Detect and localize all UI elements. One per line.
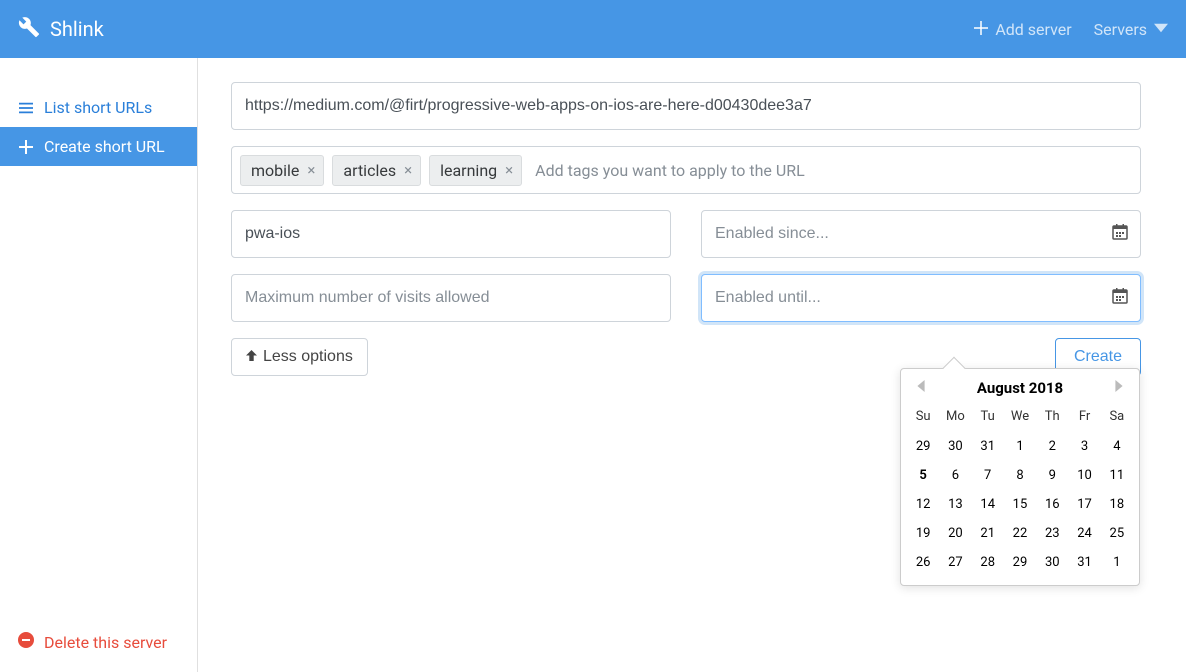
tag: mobile × (240, 155, 324, 186)
add-server-button[interactable]: Add server (974, 20, 1071, 39)
sidebar-delete-label: Delete this server (44, 633, 167, 652)
datepicker-grid: SuMoTuWeThFrSa 2930311234567891011121314… (907, 403, 1133, 577)
enabled-until-input[interactable] (701, 274, 1141, 322)
tag-label: learning (440, 161, 497, 180)
datepicker-dow: Fr (1068, 403, 1100, 432)
minus-circle-icon (18, 632, 34, 652)
datepicker-day[interactable]: 25 (1101, 519, 1133, 548)
tags-input[interactable]: mobile × articles × learning × Add tags you wa… (231, 146, 1141, 194)
less-options-label: Less options (263, 348, 353, 366)
datepicker-day[interactable]: 21 (972, 519, 1004, 548)
datepicker-day[interactable]: 1 (1004, 432, 1036, 461)
tag-label: mobile (251, 161, 299, 180)
datepicker-day[interactable]: 11 (1101, 461, 1133, 490)
topbar: Shlink Add server Servers (0, 0, 1186, 58)
sidebar-item-list-urls[interactable]: List short URLs (0, 88, 197, 127)
datepicker-day[interactable]: 13 (939, 490, 971, 519)
list-icon (18, 101, 34, 115)
add-server-label: Add server (995, 20, 1071, 39)
tags-placeholder: Add tags you want to apply to the URL (530, 161, 805, 180)
datepicker-day[interactable]: 20 (939, 519, 971, 548)
datepicker-dow: Mo (939, 403, 971, 432)
datepicker-prev[interactable] (911, 380, 931, 396)
datepicker-day[interactable]: 7 (972, 461, 1004, 490)
shlink-logo-icon (18, 16, 40, 42)
datepicker-day[interactable]: 10 (1068, 461, 1100, 490)
plus-icon (18, 140, 34, 154)
datepicker: August 2018 SuMoTuWeThFrSa 2930311234567… (900, 368, 1140, 586)
sidebar: List short URLs Create short URL Delete … (0, 58, 198, 672)
datepicker-day[interactable]: 30 (1036, 548, 1068, 577)
datepicker-day[interactable]: 9 (1036, 461, 1068, 490)
datepicker-day[interactable]: 28 (972, 548, 1004, 577)
datepicker-day[interactable]: 19 (907, 519, 939, 548)
datepicker-day[interactable]: 18 (1101, 490, 1133, 519)
datepicker-dow: Tu (972, 403, 1004, 432)
datepicker-day[interactable]: 5 (907, 461, 939, 490)
datepicker-day[interactable]: 27 (939, 548, 971, 577)
datepicker-day[interactable]: 16 (1036, 490, 1068, 519)
datepicker-day[interactable]: 3 (1068, 432, 1100, 461)
datepicker-day[interactable]: 24 (1068, 519, 1100, 548)
datepicker-dow: Sa (1101, 403, 1133, 432)
datepicker-day[interactable]: 6 (939, 461, 971, 490)
datepicker-day[interactable]: 23 (1036, 519, 1068, 548)
tag-remove-icon[interactable]: × (307, 163, 315, 178)
max-visits-input[interactable] (231, 274, 671, 322)
datepicker-next[interactable] (1109, 380, 1129, 396)
datepicker-day[interactable]: 8 (1004, 461, 1036, 490)
datepicker-day[interactable]: 12 (907, 490, 939, 519)
servers-label: Servers (1094, 20, 1147, 39)
main-content: mobile × articles × learning × Add tags you wa… (198, 58, 1186, 672)
datepicker-day[interactable]: 29 (907, 432, 939, 461)
tag-remove-icon[interactable]: × (404, 163, 412, 178)
long-url-input[interactable] (231, 82, 1141, 130)
sidebar-list-label: List short URLs (44, 98, 152, 117)
tag: learning × (429, 155, 522, 186)
sidebar-create-label: Create short URL (44, 137, 165, 156)
less-options-button[interactable]: Less options (231, 338, 368, 376)
datepicker-dow: We (1004, 403, 1036, 432)
sidebar-item-create-url[interactable]: Create short URL (0, 127, 197, 166)
datepicker-day[interactable]: 1 (1101, 548, 1133, 577)
servers-dropdown[interactable]: Servers (1094, 20, 1168, 39)
plus-icon (974, 20, 988, 39)
caret-down-icon (1154, 20, 1168, 39)
datepicker-day[interactable]: 15 (1004, 490, 1036, 519)
datepicker-day[interactable]: 31 (1068, 548, 1100, 577)
datepicker-day[interactable]: 4 (1101, 432, 1133, 461)
chevron-up-icon (246, 348, 257, 366)
datepicker-day[interactable]: 14 (972, 490, 1004, 519)
tag: articles × (332, 155, 421, 186)
datepicker-day[interactable]: 2 (1036, 432, 1068, 461)
enabled-since-input[interactable] (701, 210, 1141, 258)
custom-slug-input[interactable] (231, 210, 671, 258)
datepicker-day[interactable]: 29 (1004, 548, 1036, 577)
datepicker-day[interactable]: 26 (907, 548, 939, 577)
datepicker-dow: Su (907, 403, 939, 432)
datepicker-day[interactable]: 17 (1068, 490, 1100, 519)
datepicker-day[interactable]: 31 (972, 432, 1004, 461)
tag-label: articles (343, 161, 396, 180)
brand-name: Shlink (50, 17, 104, 41)
datepicker-title: August 2018 (977, 379, 1063, 397)
datepicker-day[interactable]: 30 (939, 432, 971, 461)
top-actions: Add server Servers (974, 20, 1168, 39)
tag-remove-icon[interactable]: × (505, 163, 513, 178)
create-label: Create (1074, 348, 1122, 366)
sidebar-delete-server[interactable]: Delete this server (0, 622, 197, 662)
brand[interactable]: Shlink (18, 16, 104, 42)
datepicker-dow: Th (1036, 403, 1068, 432)
datepicker-day[interactable]: 22 (1004, 519, 1036, 548)
